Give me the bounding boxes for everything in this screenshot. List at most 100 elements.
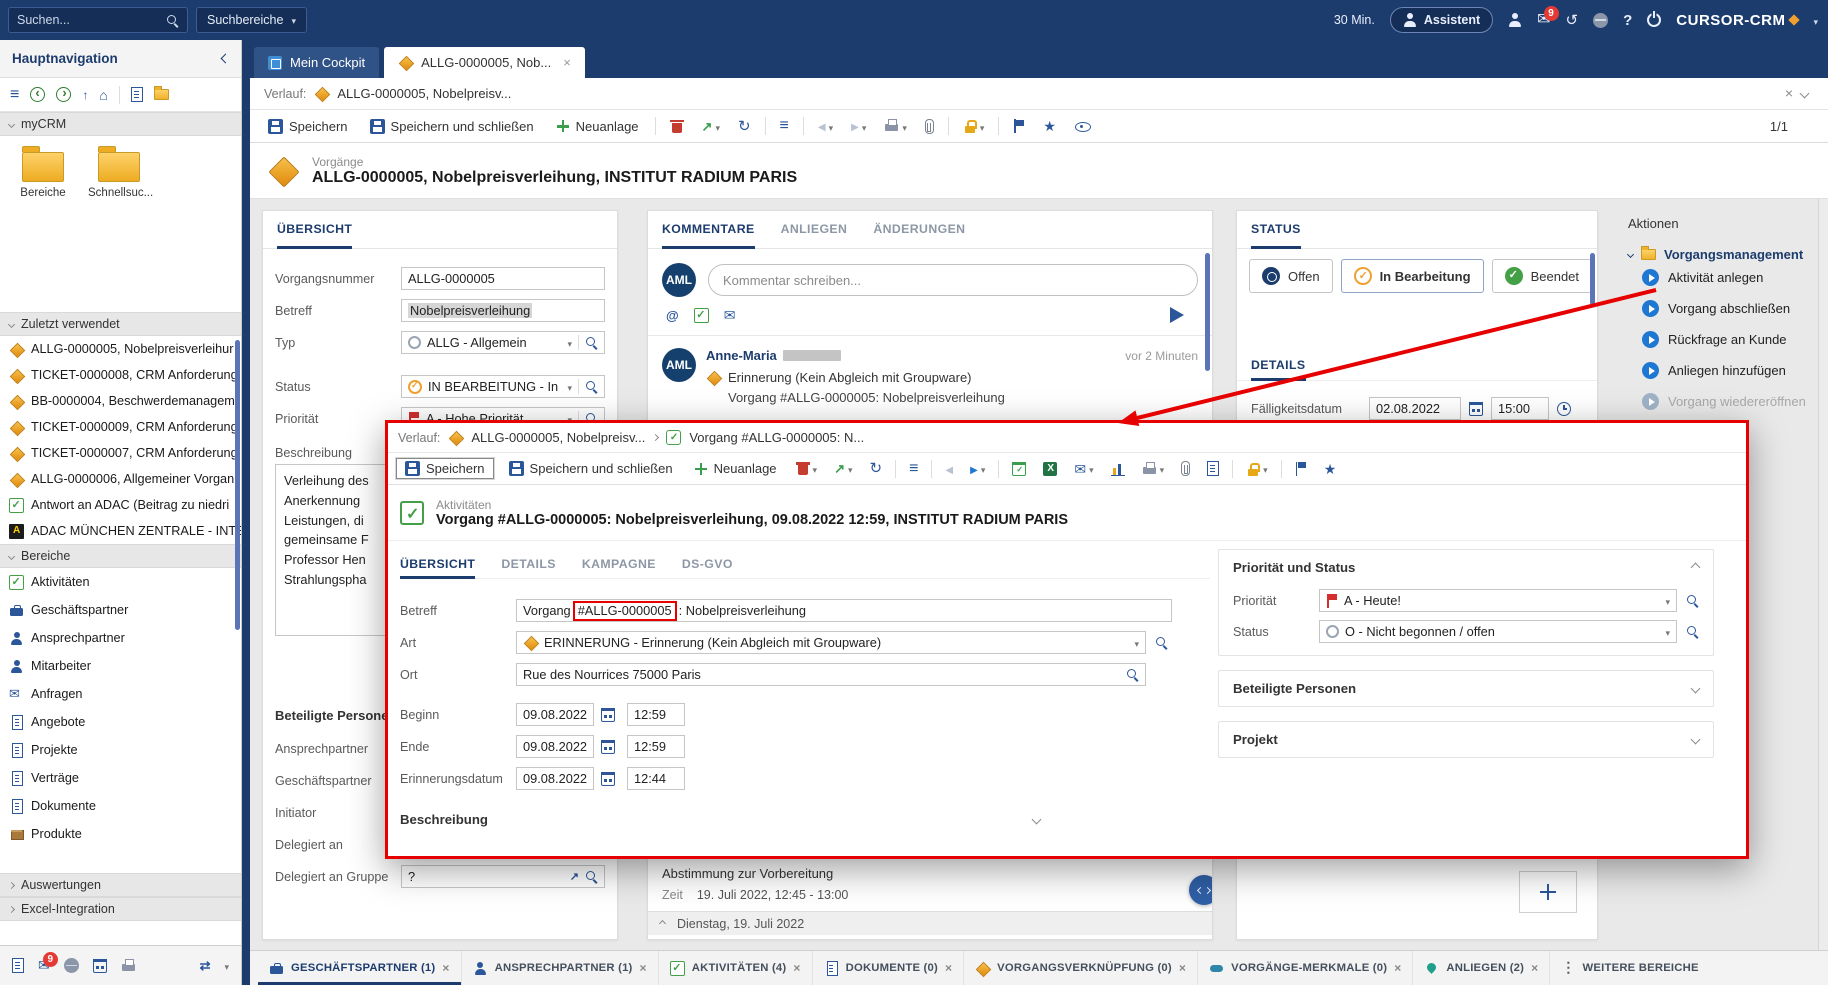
menu-icon[interactable] bbox=[10, 87, 19, 103]
calendar-icon[interactable] bbox=[1469, 402, 1483, 416]
chevron-down-icon[interactable] bbox=[224, 958, 229, 973]
betreff-input[interactable]: Vorgang#ALLG-0000005: Nobelpreisverleihu… bbox=[516, 599, 1172, 622]
prioritaet-select[interactable]: A - Heute! bbox=[1319, 589, 1677, 612]
email-button[interactable] bbox=[1070, 459, 1097, 478]
area-item[interactable]: Geschäftspartner bbox=[0, 596, 241, 624]
tab-details[interactable]: DETAILS bbox=[1251, 351, 1306, 381]
favorite-button[interactable] bbox=[1039, 117, 1060, 135]
refresh-button[interactable] bbox=[866, 459, 887, 478]
help-button[interactable] bbox=[1623, 13, 1632, 28]
area-item[interactable]: Angebote bbox=[0, 708, 241, 736]
new-folder-icon[interactable] bbox=[154, 89, 169, 100]
sidebar-section-reports[interactable]: Auswertungen bbox=[0, 873, 241, 897]
comments-scrollbar[interactable] bbox=[1205, 253, 1210, 371]
due-time-input[interactable]: 15:00 bbox=[1491, 397, 1549, 420]
clock-icon[interactable] bbox=[1557, 402, 1571, 416]
action-item[interactable]: Vorgang abschließen bbox=[1628, 293, 1824, 324]
area-item[interactable]: Produkte bbox=[0, 820, 241, 848]
attachment-button[interactable] bbox=[1177, 459, 1194, 478]
recent-item[interactable]: Antwort an ADAC (Beitrag zu niedri bbox=[0, 492, 241, 518]
undo-icon[interactable] bbox=[1566, 13, 1579, 28]
open-record-icon[interactable] bbox=[570, 870, 579, 883]
favorite-button[interactable] bbox=[1320, 460, 1341, 478]
prev-record-button[interactable] bbox=[941, 460, 957, 478]
tab-mein-cockpit[interactable]: Mein Cockpit bbox=[254, 47, 379, 78]
erinnerung-time-input[interactable]: 12:44 bbox=[627, 767, 685, 790]
recent-item[interactable]: TICKET-0000007, CRM Anforderung bbox=[0, 440, 241, 466]
search-icon[interactable] bbox=[585, 336, 598, 349]
comment-item[interactable]: AML Anne-Maria vor 2 Minuten Erinnerung … bbox=[648, 336, 1212, 405]
recent-item[interactable]: ADAC MÜNCHEN ZENTRALE - INTE bbox=[0, 518, 241, 544]
tab-details[interactable]: DETAILS bbox=[501, 551, 556, 579]
add-appointment-button[interactable] bbox=[1008, 460, 1030, 478]
close-tab-icon[interactable]: × bbox=[640, 961, 647, 975]
save-button[interactable]: Speichern bbox=[396, 458, 494, 479]
betreff-input[interactable]: Nobelpreisverleihung bbox=[401, 299, 605, 322]
breadcrumb-item[interactable]: ALLG-0000005, Nobelpreisv... bbox=[337, 86, 511, 101]
entry-title[interactable]: Abstimmung zur Vorbereitung bbox=[662, 866, 1200, 881]
close-tab-icon[interactable]: × bbox=[442, 961, 449, 975]
bottom-tab[interactable]: DOKUMENTE (0) × bbox=[813, 951, 965, 985]
status-chip[interactable]: Beendet bbox=[1492, 259, 1592, 293]
widget-placeholder[interactable] bbox=[1519, 871, 1577, 913]
recent-item[interactable]: ALLG-0000005, Nobelpreisverleihur bbox=[0, 336, 241, 362]
task-icon[interactable] bbox=[694, 308, 709, 323]
close-tab-icon[interactable]: × bbox=[945, 961, 952, 975]
comment-input[interactable]: Kommentar schreiben... bbox=[708, 264, 1198, 296]
search-icon[interactable] bbox=[1686, 594, 1699, 607]
word-export-button[interactable] bbox=[1203, 459, 1223, 478]
preview-button[interactable] bbox=[1070, 116, 1095, 136]
beteiligte-section[interactable]: Beteiligte Personen bbox=[1218, 670, 1714, 707]
presence-icon[interactable] bbox=[1593, 13, 1608, 28]
close-tab-icon[interactable]: × bbox=[1394, 961, 1401, 975]
recent-item[interactable]: BB-0000004, Beschwerdemanagem bbox=[0, 388, 241, 414]
calendar-icon[interactable] bbox=[601, 708, 615, 722]
tab-weitere-bereiche[interactable]: WEITERE BEREICHE bbox=[1550, 951, 1709, 985]
user-icon[interactable] bbox=[1508, 13, 1522, 27]
search-icon[interactable] bbox=[1686, 625, 1699, 638]
beginn-time-input[interactable]: 12:59 bbox=[627, 703, 685, 726]
web-icon[interactable] bbox=[64, 958, 79, 973]
bottom-tab[interactable]: VORGANGSVERKNÜPFUNG (0) × bbox=[964, 951, 1198, 985]
delegiert-gruppe-input[interactable]: ? bbox=[401, 865, 605, 888]
breadcrumb-item[interactable]: Vorgang #ALLG-0000005: N... bbox=[689, 430, 864, 445]
lock-button[interactable] bbox=[1242, 459, 1272, 479]
tab-dsgvo[interactable]: DS-GVO bbox=[682, 551, 733, 579]
copy-icon[interactable] bbox=[131, 87, 143, 102]
status-chip[interactable]: In Bearbeitung bbox=[1341, 259, 1484, 293]
status-select[interactable]: IN BEARBEITUNG - In ... bbox=[401, 375, 605, 398]
close-tab-icon[interactable]: × bbox=[1531, 961, 1538, 975]
mail-button[interactable]: 9 bbox=[1537, 12, 1550, 28]
messages-button[interactable]: 9 bbox=[38, 958, 50, 973]
next-record-button[interactable] bbox=[847, 117, 870, 136]
refresh-button[interactable] bbox=[734, 117, 755, 136]
area-item[interactable]: Projekte bbox=[0, 736, 241, 764]
sidebar-scrollbar[interactable] bbox=[235, 340, 240, 630]
tab-status[interactable]: STATUS bbox=[1251, 211, 1301, 249]
comment-link[interactable]: Vorgang #ALLG-0000005: Nobelpreisverleih… bbox=[728, 390, 1198, 405]
home-icon[interactable] bbox=[99, 88, 107, 102]
area-item[interactable]: Anfragen bbox=[0, 680, 241, 708]
logout-icon[interactable] bbox=[1647, 13, 1661, 27]
sidebar-section-mycrm[interactable]: myCRM bbox=[0, 112, 241, 136]
bottom-tab[interactable]: GESCHÄFTSPARTNER (1) × bbox=[258, 951, 462, 985]
excel-export-button[interactable] bbox=[1039, 460, 1061, 478]
forward-icon[interactable] bbox=[56, 87, 71, 102]
chevron-up-icon[interactable] bbox=[1691, 563, 1701, 573]
close-record-icon[interactable] bbox=[1785, 86, 1793, 101]
bottom-tab[interactable]: ANLIEGEN (2) × bbox=[1413, 951, 1550, 985]
calendar-icon[interactable] bbox=[93, 959, 107, 973]
save-button[interactable]: Speichern bbox=[262, 117, 354, 136]
back-icon[interactable] bbox=[30, 87, 45, 102]
bookmark-button[interactable] bbox=[1009, 117, 1029, 135]
print-icon[interactable] bbox=[121, 959, 136, 973]
status-select[interactable]: O - Nicht begonnen / offen bbox=[1319, 620, 1677, 643]
list-menu-button[interactable] bbox=[905, 459, 922, 479]
up-icon[interactable] bbox=[82, 88, 88, 101]
recent-item[interactable]: ALLG-0000006, Allgemeiner Vorgan bbox=[0, 466, 241, 492]
calendar-icon[interactable] bbox=[601, 740, 615, 754]
folder-tile[interactable]: Bereiche bbox=[12, 152, 74, 199]
close-tab-icon[interactable]: × bbox=[563, 55, 571, 70]
search-icon[interactable] bbox=[585, 870, 598, 883]
beginn-date-input[interactable]: 09.08.2022 bbox=[516, 703, 594, 726]
